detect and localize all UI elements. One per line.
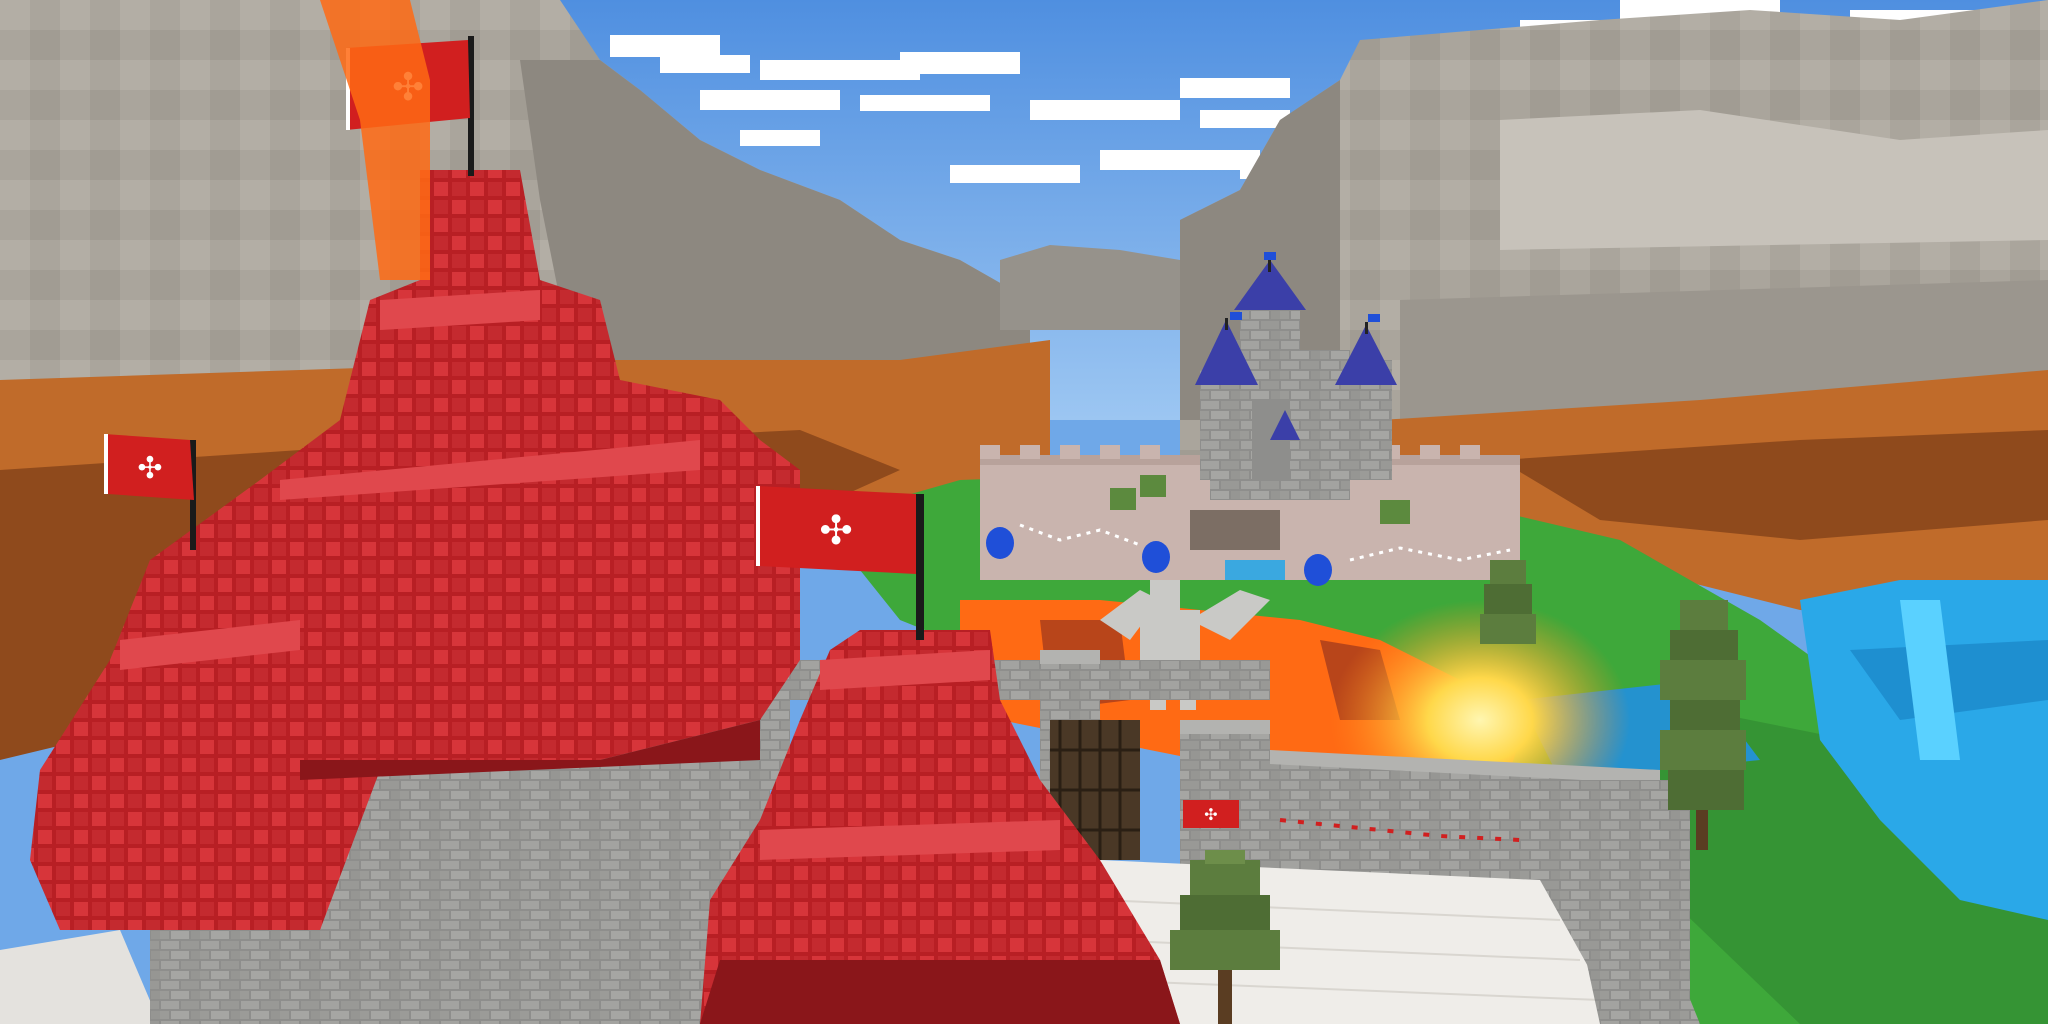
svg-text:✣: ✣ [137, 451, 162, 486]
svg-text:✣: ✣ [1204, 805, 1217, 824]
mountain-far [1000, 245, 1180, 330]
game-scene: ✣ ✣ ✣ [0, 0, 2048, 1024]
game-viewport: ✣ ✣ ✣ [0, 0, 2048, 1024]
svg-text:✣: ✣ [819, 508, 853, 554]
